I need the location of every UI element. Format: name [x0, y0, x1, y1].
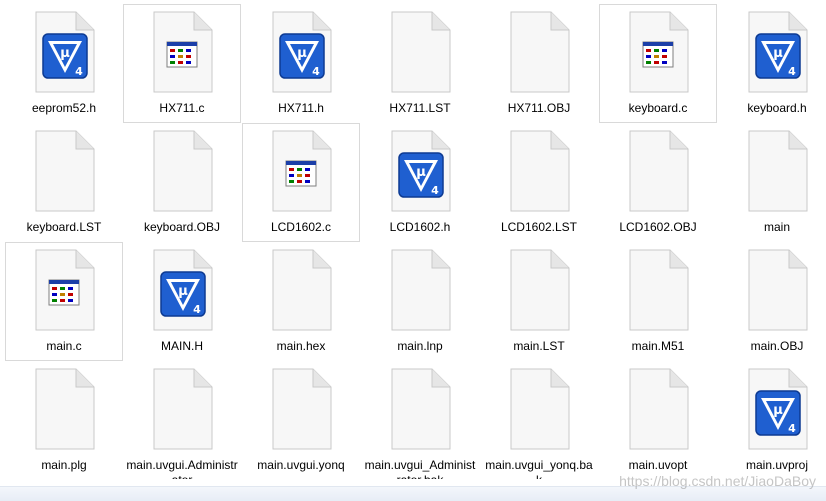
keil-uvision-icon: μ4 [748, 11, 808, 93]
keil-uvision-icon: μ4 [391, 130, 451, 212]
svg-text:4: 4 [193, 303, 201, 316]
file-item[interactable]: main.OBJ [718, 242, 826, 361]
file-name: main.uvproj [745, 458, 809, 472]
svg-text:4: 4 [431, 184, 439, 197]
file-name: keyboard.OBJ [143, 220, 221, 234]
file-item[interactable]: HX711.c [123, 4, 241, 123]
svg-text:4: 4 [788, 422, 796, 435]
svg-text:4: 4 [312, 65, 320, 78]
blank-file-icon [35, 368, 95, 450]
svg-text:4: 4 [788, 65, 796, 78]
file-name: HX711.OBJ [507, 101, 571, 115]
file-item[interactable]: μ 4 LCD1602.h [361, 123, 479, 242]
file-item[interactable]: main.c [5, 242, 123, 361]
blank-file-icon [748, 130, 808, 212]
file-item[interactable]: μ 4 keyboard.h [718, 4, 826, 123]
file-name: main.M51 [631, 339, 685, 353]
file-name: main.OBJ [750, 339, 804, 353]
file-name: keyboard.c [628, 101, 688, 115]
file-item[interactable]: keyboard.LST [5, 123, 123, 242]
file-item[interactable]: keyboard.OBJ [123, 123, 241, 242]
file-name: main.uvgui.yonq [257, 458, 345, 472]
file-item[interactable]: main.hex [242, 242, 360, 361]
file-item[interactable]: HX711.OBJ [480, 4, 598, 123]
watermark: https://blog.csdn.net/JiaoDaBoy [619, 473, 816, 489]
blank-file-icon [510, 130, 570, 212]
file-item[interactable]: main.lnp [361, 242, 479, 361]
file-name: main.c [46, 339, 82, 353]
file-item[interactable]: main [718, 123, 826, 242]
blank-file-icon [391, 368, 451, 450]
keil-uvision-icon: μ4 [35, 11, 95, 93]
file-name: main.LST [513, 339, 565, 353]
c-source-file-icon [272, 130, 332, 212]
svg-text:μ: μ [60, 46, 70, 61]
file-item[interactable]: main.uvgui_yonq.bak [480, 361, 598, 480]
file-grid: μ 4 eeprom52.h HX711.c μ 4 HX711.h HX711.LST HX7… [0, 0, 826, 501]
file-name: HX711.LST [389, 101, 451, 115]
file-item[interactable]: main.uvgui.yonq [242, 361, 360, 480]
file-name: LCD1602.h [389, 220, 451, 234]
file-item[interactable]: keyboard.c [599, 4, 717, 123]
file-name: main.lnp [397, 339, 443, 353]
file-name: eeprom52.h [31, 101, 97, 115]
keil-uvision-icon: μ4 [153, 249, 213, 331]
svg-text:4: 4 [75, 65, 83, 78]
file-item[interactable]: LCD1602.OBJ [599, 123, 717, 242]
blank-file-icon [35, 130, 95, 212]
blank-file-icon [510, 368, 570, 450]
svg-text:μ: μ [773, 403, 783, 418]
c-source-file-icon [153, 11, 213, 93]
file-item[interactable]: LCD1602.c [242, 123, 360, 242]
file-item[interactable]: HX711.LST [361, 4, 479, 123]
blank-file-icon [391, 249, 451, 331]
svg-text:μ: μ [773, 46, 783, 61]
blank-file-icon [510, 11, 570, 93]
blank-file-icon [153, 130, 213, 212]
c-source-file-icon [629, 11, 689, 93]
file-name: main.uvgui.Administrator [126, 458, 238, 480]
file-item[interactable]: main.plg [5, 361, 123, 480]
file-name: main [763, 220, 790, 234]
file-name: keyboard.h [747, 101, 807, 115]
file-name: main.uvgui_Administrator.bak [364, 458, 476, 480]
file-name: main.plg [41, 458, 87, 472]
file-name: LCD1602.LST [500, 220, 578, 234]
blank-file-icon [629, 130, 689, 212]
blank-file-icon [510, 249, 570, 331]
file-name: LCD1602.OBJ [619, 220, 697, 234]
keil-uvision-icon: μ4 [272, 11, 332, 93]
blank-file-icon [629, 249, 689, 331]
blank-file-icon [629, 368, 689, 450]
c-source-file-icon [35, 249, 95, 331]
file-name: LCD1602.c [270, 220, 332, 234]
svg-text:μ: μ [416, 165, 426, 180]
blank-file-icon [272, 368, 332, 450]
blank-file-icon [272, 249, 332, 331]
file-name: main.hex [276, 339, 326, 353]
file-item[interactable]: LCD1602.LST [480, 123, 598, 242]
file-name: HX711.c [159, 101, 205, 115]
file-name: keyboard.LST [26, 220, 102, 234]
blank-file-icon [391, 11, 451, 93]
file-item[interactable]: μ 4 HX711.h [242, 4, 360, 123]
file-item[interactable]: main.LST [480, 242, 598, 361]
file-item[interactable]: main.uvgui_Administrator.bak [361, 361, 479, 480]
svg-text:μ: μ [178, 284, 188, 299]
file-item[interactable]: main.uvopt [599, 361, 717, 480]
file-name: main.uvopt [628, 458, 688, 472]
file-item[interactable]: main.uvgui.Administrator [123, 361, 241, 480]
file-name: main.uvgui_yonq.bak [485, 458, 593, 480]
blank-file-icon [748, 249, 808, 331]
keil-uvision-icon: μ4 [748, 368, 808, 450]
file-item[interactable]: main.M51 [599, 242, 717, 361]
svg-text:μ: μ [297, 46, 307, 61]
file-name: MAIN.H [161, 339, 203, 353]
file-name: HX711.h [278, 101, 324, 115]
file-item[interactable]: μ 4 MAIN.H [123, 242, 241, 361]
blank-file-icon [153, 368, 213, 450]
file-item[interactable]: μ 4 eeprom52.h [5, 4, 123, 123]
file-item[interactable]: μ 4 main.uvproj [718, 361, 826, 480]
